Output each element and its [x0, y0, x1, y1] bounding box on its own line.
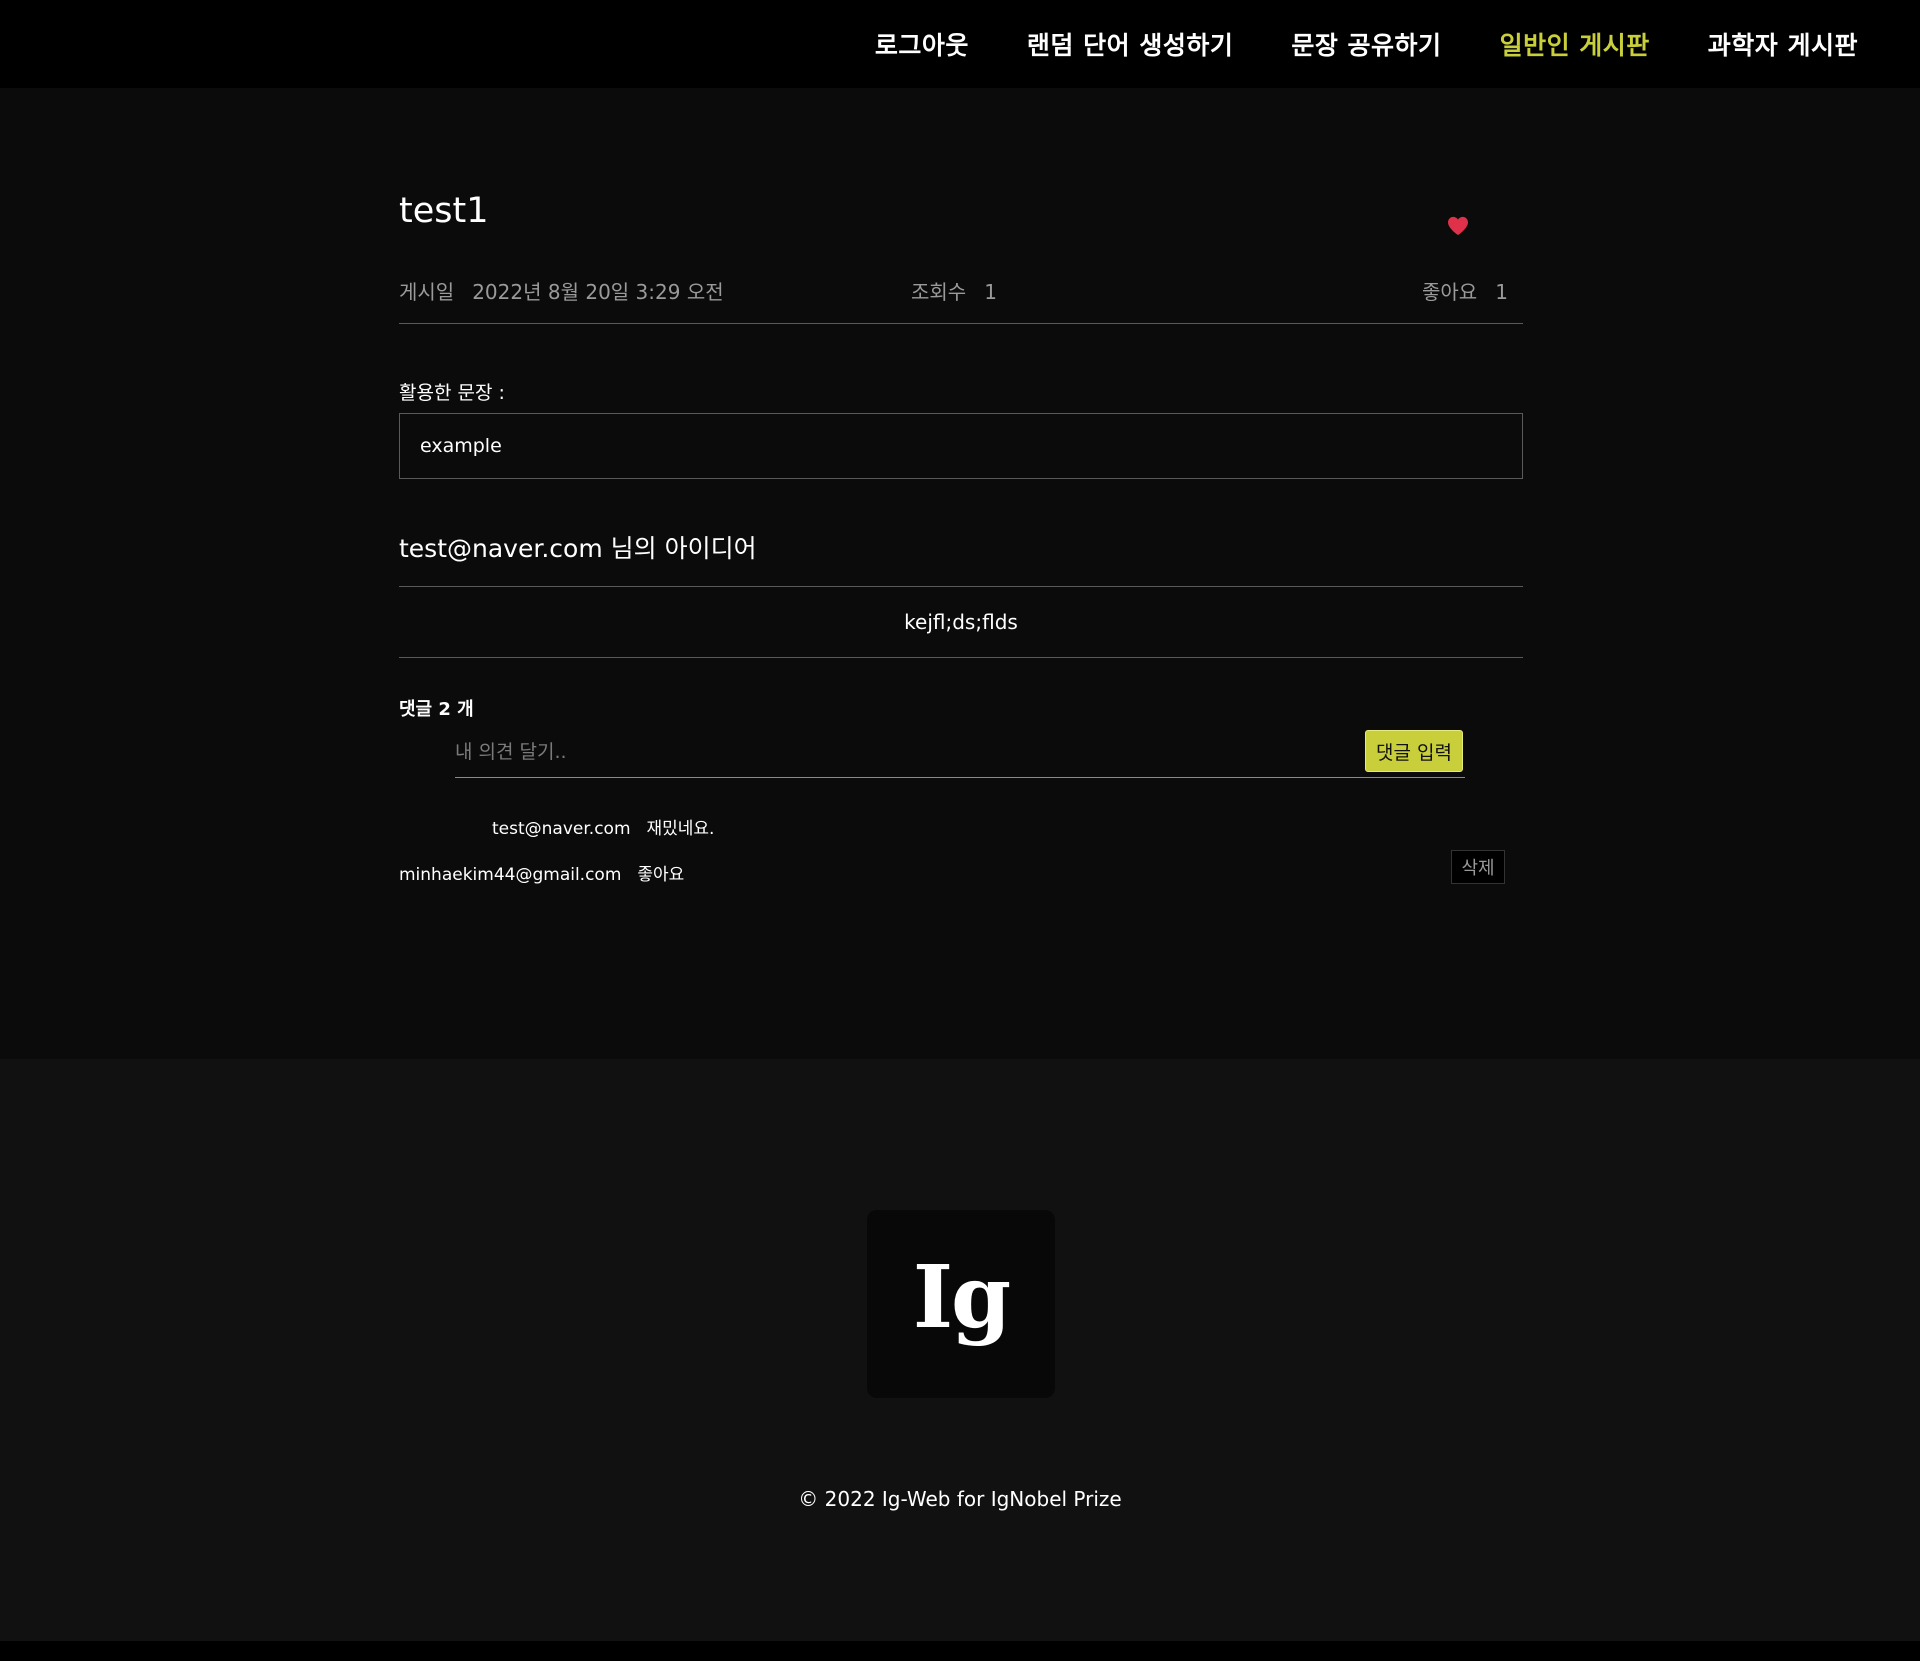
comment-author: minhaekim44@gmail.com [399, 865, 622, 885]
delete-comment-button[interactable]: 삭제 [1451, 850, 1505, 884]
navbar: 로그아웃 랜덤 단어 생성하기 문장 공유하기 일반인 게시판 과학자 게시판 [0, 0, 1920, 88]
nav-public-board[interactable]: 일반인 게시판 [1500, 26, 1650, 62]
footer: Ig © 2022 Ig-Web for IgNobel Prize [0, 1059, 1920, 1641]
post-views-label: 조회수 [911, 280, 967, 304]
nav-menu: 로그아웃 랜덤 단어 생성하기 문장 공유하기 일반인 게시판 과학자 게시판 [875, 0, 1858, 88]
post-date: 게시일 2022년 8월 20일 3:29 오전 [399, 276, 724, 305]
comment-input[interactable] [455, 728, 1345, 776]
comment-item: test@naver.com 재밌네요. [492, 814, 714, 839]
heart-icon[interactable] [1447, 216, 1469, 236]
nav-share-sentence[interactable]: 문장 공유하기 [1291, 26, 1441, 62]
post-likes: 좋아요 1 [1422, 276, 1508, 305]
bottom-bar [0, 1641, 1920, 1661]
post-date-value: 2022년 8월 20일 3:29 오전 [472, 280, 724, 304]
nav-logout[interactable]: 로그아웃 [875, 26, 969, 62]
logo-text: Ig [912, 1247, 1011, 1348]
comment-submit-button[interactable]: 댓글 입력 [1365, 730, 1463, 772]
comment-author: test@naver.com [492, 819, 631, 839]
post-likes-label: 좋아요 [1422, 280, 1478, 304]
comment-count: 댓글 2 개 [399, 699, 474, 720]
comment-form: 댓글 입력 [455, 728, 1465, 778]
footer-copyright: © 2022 Ig-Web for IgNobel Prize [798, 1487, 1122, 1511]
sentence-label: 활용한 문장 : [399, 382, 505, 404]
idea-body: kejfl;ds;flds [399, 586, 1523, 658]
comment-text: 좋아요 [637, 865, 685, 885]
nav-scientist-board[interactable]: 과학자 게시판 [1708, 26, 1858, 62]
post-title: test1 [399, 191, 489, 231]
main-content: test1 게시일 2022년 8월 20일 3:29 오전 조회수 1 좋아요 1 … [0, 88, 1920, 1059]
comment-item: minhaekim44@gmail.com 좋아요 [399, 860, 684, 885]
post-views: 조회수 1 [911, 276, 997, 305]
post-likes-value: 1 [1495, 280, 1508, 304]
comment-text: 재밌네요. [646, 819, 715, 839]
footer-logo: Ig [867, 1210, 1055, 1398]
nav-random-word-generator[interactable]: 랜덤 단어 생성하기 [1027, 26, 1233, 62]
idea-title: test@naver.com 님의 아이디어 [399, 534, 757, 563]
post-date-label: 게시일 [399, 280, 455, 304]
post-views-value: 1 [984, 280, 997, 304]
sentence-box: example [399, 413, 1523, 479]
post-meta: 게시일 2022년 8월 20일 3:29 오전 조회수 1 좋아요 1 [399, 276, 1523, 324]
